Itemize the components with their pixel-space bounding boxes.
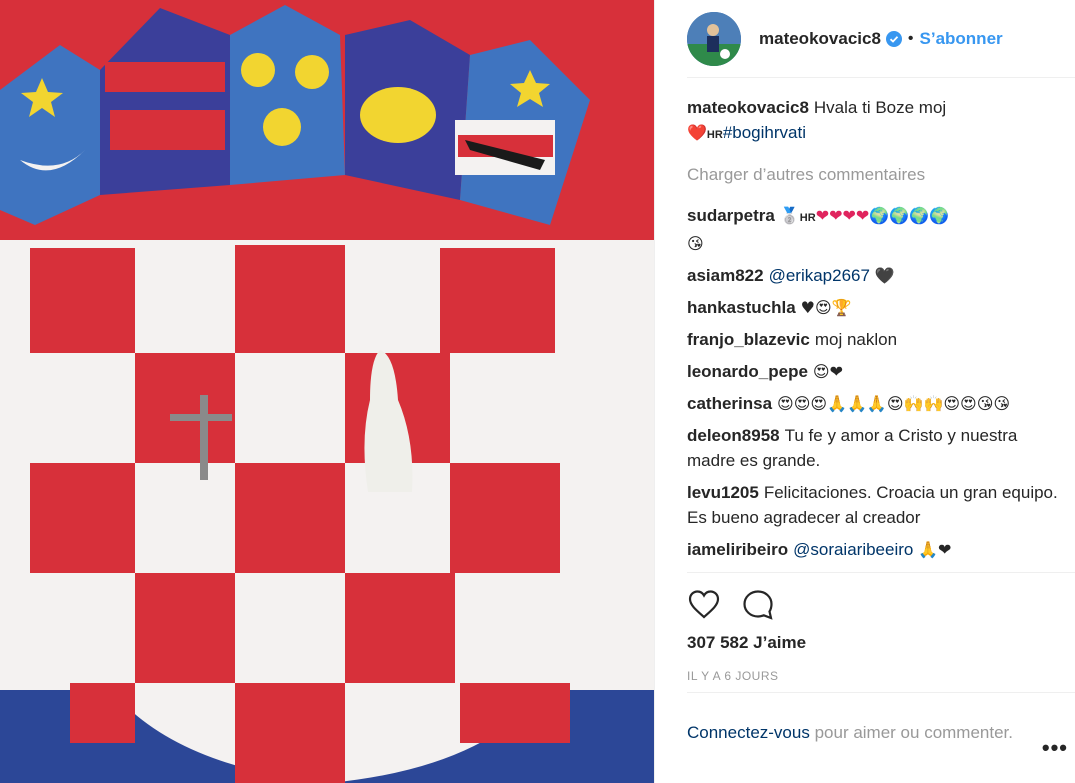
flag-emoji: HR (799, 212, 816, 224)
post-photo[interactable] (0, 0, 654, 783)
mention-link[interactable]: @soraiaribeeiro (793, 540, 913, 559)
follow-button[interactable]: S’abonner (920, 29, 1003, 49)
flag-emoji: HR (706, 129, 723, 141)
post-side-panel: mateokovacic8 • S’abonner mateokovacic8 H… (654, 0, 1075, 783)
list-item: iameliribeiro @soraiaribeeiro 🙏❤ (687, 537, 1068, 562)
medal-emoji: 🥈 (779, 206, 800, 225)
header-separator: • (907, 29, 914, 47)
list-item: deleon8958 Tu fe y amor a Cristo y nuestr… (687, 423, 1068, 473)
login-prompt: Connectez-vous pour aimer ou commenter. (687, 692, 1075, 744)
hashtag-link[interactable]: #bogihrvati (723, 123, 806, 142)
load-more-comments-button[interactable]: Charger d’autres commentaires (687, 162, 1068, 187)
more-options-icon[interactable]: ••• (1042, 735, 1068, 761)
black-heart-emoji: 🖤 (874, 266, 895, 285)
post-header: mateokovacic8 • S’abonner (687, 0, 1075, 78)
comment-icon[interactable] (741, 588, 775, 622)
list-item: hankastuchla ♥😍🏆 (687, 295, 1068, 320)
comment-emoji: 🙏❤ (918, 540, 952, 559)
action-icons (687, 588, 795, 622)
mention-link[interactable]: @erikap2667 (769, 266, 870, 285)
caption-username[interactable]: mateokovacic8 (687, 98, 809, 117)
comment-username[interactable]: sudarpetra (687, 206, 775, 225)
kiss-emoji: 😘 (687, 234, 704, 253)
likes-count[interactable]: 307 582 J’aime (687, 633, 806, 653)
comment-emoji: ♥😍🏆 (800, 298, 852, 317)
comment-username[interactable]: levu1205 (687, 483, 759, 502)
comment-text: moj naklon (814, 330, 898, 349)
list-item: leonardo_pepe 😍❤ (687, 359, 1068, 384)
comment-username[interactable]: hankastuchla (687, 298, 796, 317)
comment-username[interactable]: deleon8958 (687, 426, 780, 445)
comment-username[interactable]: leonardo_pepe (687, 362, 808, 381)
comment-emoji: 😍❤ (812, 362, 844, 381)
login-rest-text: pour aimer ou commenter. (814, 723, 1013, 742)
header-username[interactable]: mateokovacic8 (759, 29, 881, 49)
comment-username[interactable]: franjo_blazevic (687, 330, 810, 349)
comments-list[interactable]: mateokovacic8 Hvala ti Boze moj ❤️HR#bogi… (687, 95, 1068, 571)
heart-icon[interactable] (687, 588, 721, 622)
caption-text: Hvala ti Boze moj (813, 98, 947, 117)
verified-badge-icon (885, 30, 902, 47)
list-item: catherinsa 😍😍😍🙏🙏🙏😍🙌🙌😍😍😘😘 (687, 391, 1068, 416)
comment-username[interactable]: asiam822 (687, 266, 764, 285)
globe-emoji: 🌍🌍🌍🌍 (869, 206, 949, 225)
caption: mateokovacic8 Hvala ti Boze moj ❤️HR#bogi… (687, 95, 1068, 148)
list-item: sudarpetra 🥈HR❤❤❤❤🌍🌍🌍🌍 😘 (687, 203, 1068, 256)
hearts-emoji: ❤❤❤❤ (815, 206, 870, 225)
heart-emoji: ❤️ (687, 123, 707, 142)
list-item: franjo_blazevic moj naklon (687, 327, 1068, 352)
list-item: levu1205 Felicitaciones. Croacia un gran … (687, 480, 1068, 530)
comment-username[interactable]: catherinsa (687, 394, 772, 413)
comment-username[interactable]: iameliribeiro (687, 540, 788, 559)
post-timestamp[interactable]: IL Y A 6 JOURS (687, 669, 779, 683)
avatar[interactable] (687, 11, 741, 66)
login-link[interactable]: Connectez-vous (687, 723, 810, 742)
comment-emoji: 😍😍😍🙏🙏🙏😍🙌🙌😍😍😘😘 (777, 394, 1011, 413)
list-item: asiam822 @erikap2667 🖤 (687, 263, 1068, 288)
croatian-flag-image (0, 0, 654, 783)
